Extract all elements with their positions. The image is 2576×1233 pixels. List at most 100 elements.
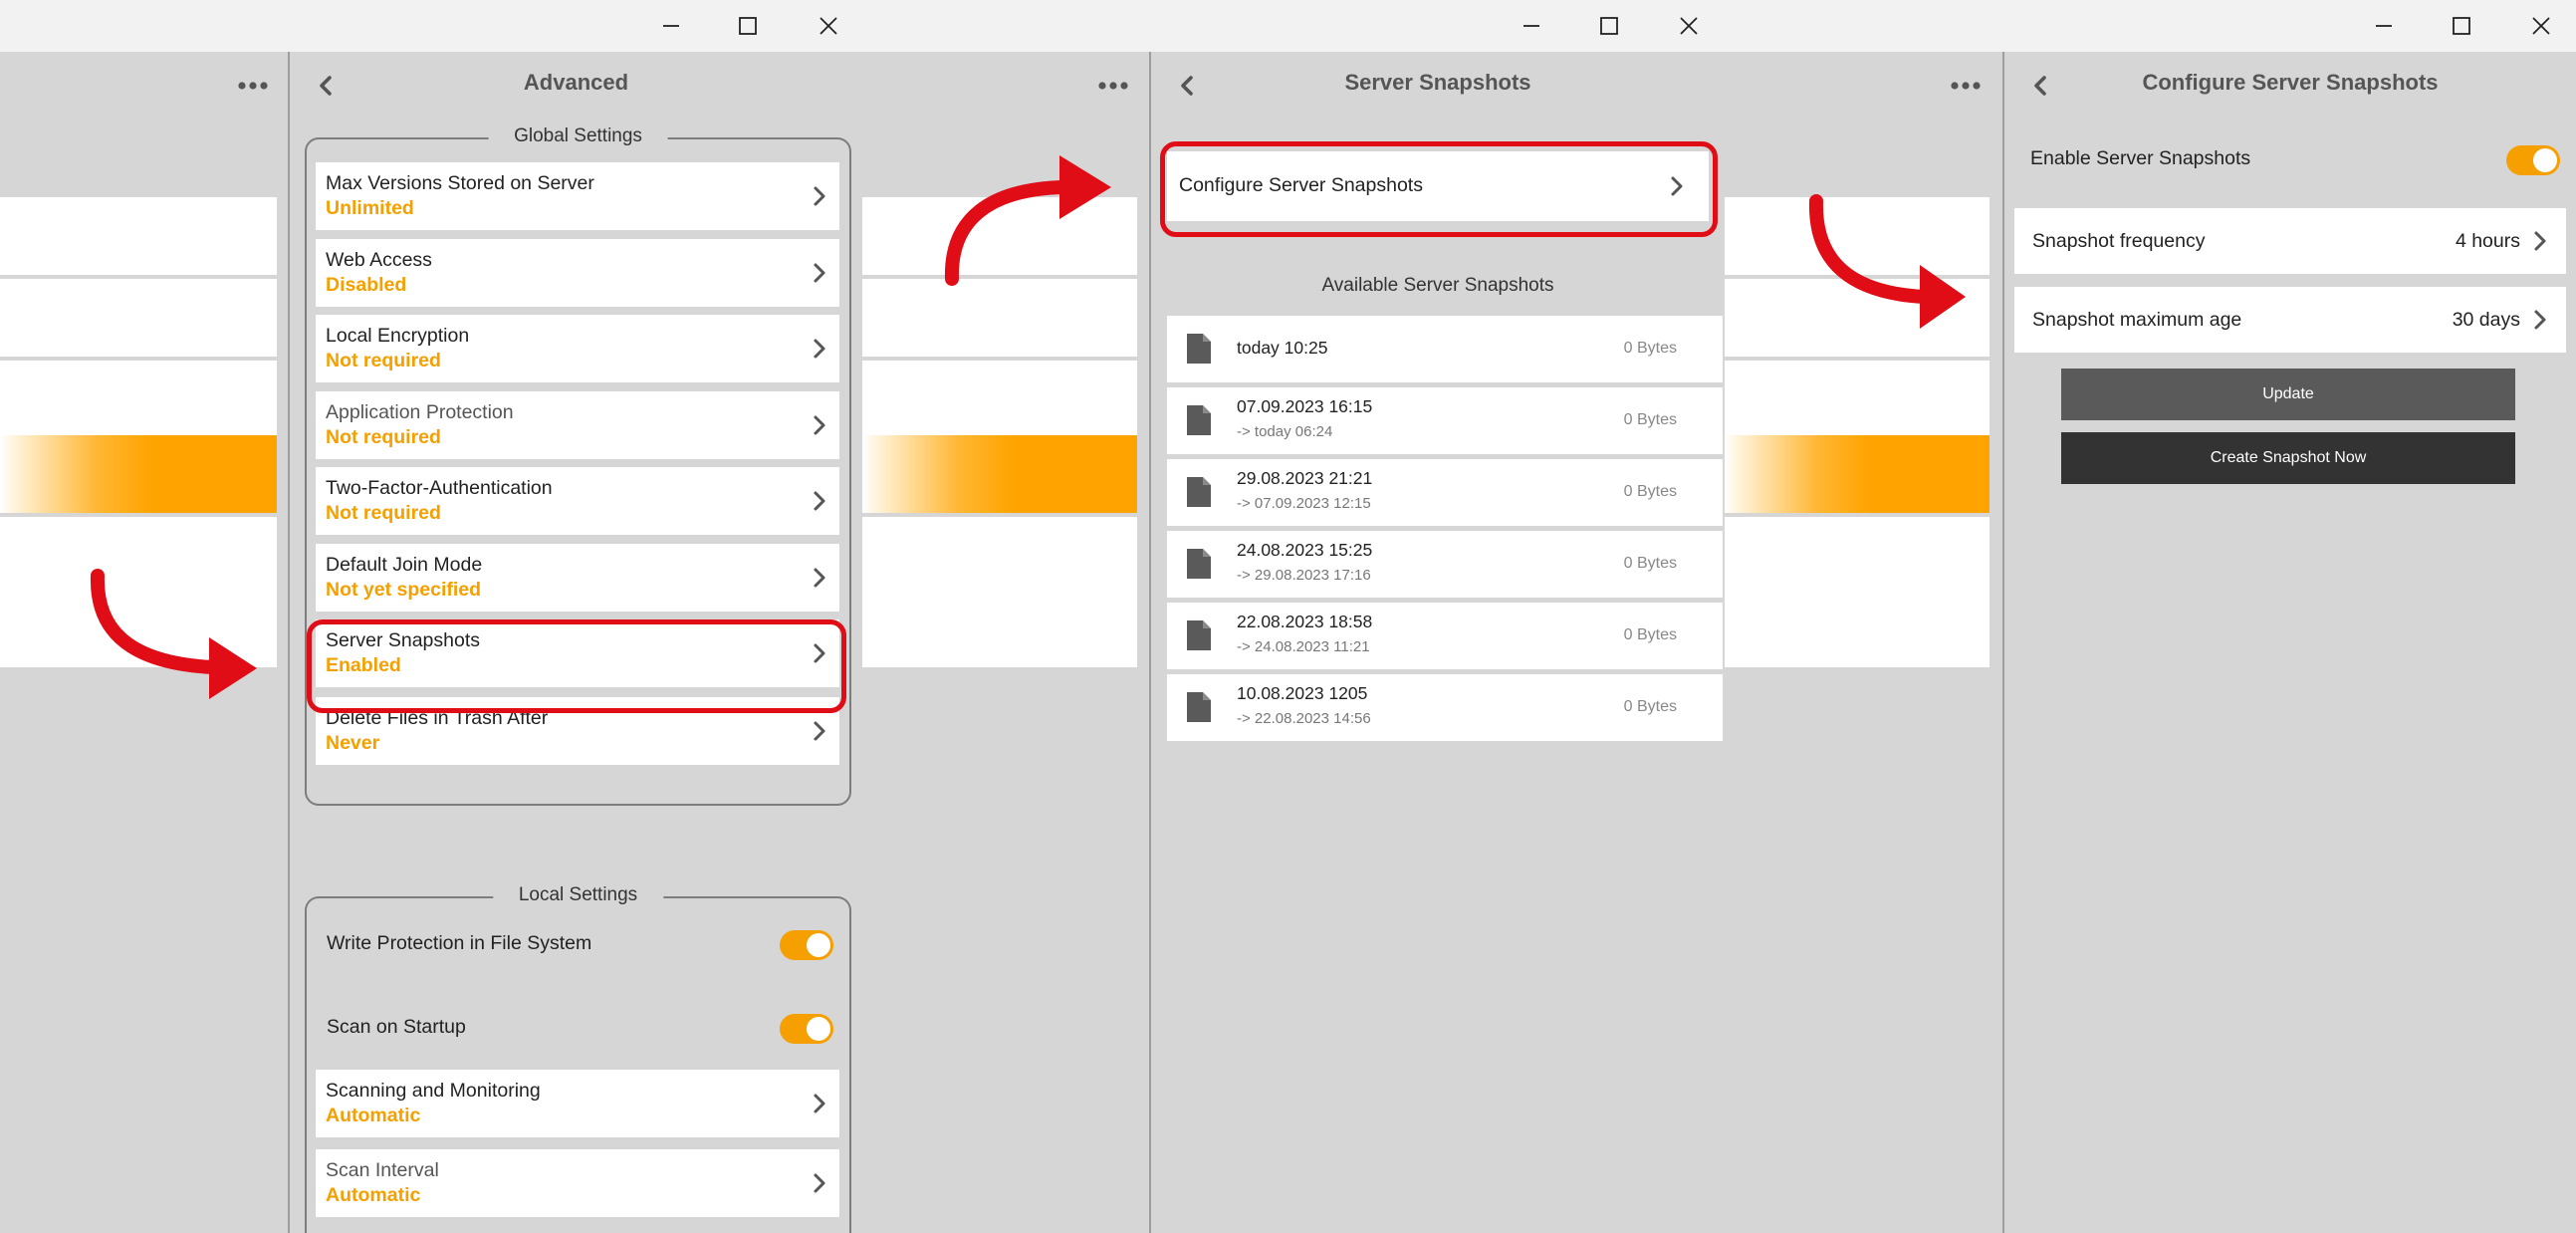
setting-value: Never: [326, 732, 380, 754]
chevron-right-icon: [814, 1173, 825, 1193]
more-dots-icon: [1098, 82, 1128, 90]
snapshot-size: 0 Bytes: [1623, 698, 1677, 715]
update-button[interactable]: Update: [2061, 369, 2515, 420]
nav-row[interactable]: [1725, 361, 1990, 438]
server-snapshots-pane: Server Snapshots Configure Server Snapsh…: [1151, 52, 1725, 1233]
header: Server Snapshots: [1151, 52, 1725, 114]
toggle-row-scan-startup: Scan on Startup: [307, 1004, 849, 1054]
create-snapshot-button[interactable]: Create Snapshot Now: [2061, 432, 2515, 484]
header: Advanced: [290, 52, 862, 114]
nav-row[interactable]: [0, 361, 277, 438]
nav-row-selected[interactable]: [862, 435, 1137, 513]
write-protection-toggle[interactable]: [780, 930, 833, 960]
nav-row-selected[interactable]: [1725, 435, 1990, 513]
nav-row[interactable]: [862, 279, 1137, 357]
scan-startup-toggle[interactable]: [780, 1014, 833, 1044]
nav-row[interactable]: [862, 361, 1137, 438]
section-label-available: Available Server Snapshots: [1321, 275, 1554, 296]
maximize-button[interactable]: [2422, 4, 2501, 48]
row-value: 4 hours: [2455, 230, 2520, 252]
configure-snapshots-pane: Configure Server Snapshots Enable Server…: [2004, 52, 2576, 1233]
nav-row[interactable]: [1725, 590, 1990, 667]
file-icon: [1187, 477, 1211, 507]
chevron-right-icon: [814, 1094, 825, 1113]
chevron-right-icon: [814, 415, 825, 435]
more-button[interactable]: [1097, 78, 1129, 96]
nav-row[interactable]: [0, 517, 277, 595]
setting-value: Not required: [326, 502, 441, 524]
nav-row[interactable]: [0, 590, 277, 667]
snapshot-max-age-row[interactable]: Snapshot maximum age 30 days: [2014, 287, 2566, 353]
title-bar: [0, 0, 862, 52]
snapshot-row[interactable]: 29.08.2023 21:21 -> 07.09.2023 12:15 0 B…: [1167, 459, 1723, 526]
nav-row[interactable]: [1725, 197, 1990, 275]
nav-row[interactable]: [1725, 279, 1990, 357]
nav-row-selected[interactable]: [0, 435, 277, 513]
setting-application-protection[interactable]: Application Protection Not required: [316, 391, 839, 459]
snapshot-row[interactable]: today 10:25 0 Bytes: [1167, 316, 1723, 382]
setting-value: Unlimited: [326, 197, 414, 219]
close-button[interactable]: [1649, 4, 1725, 48]
row-label: Snapshot frequency: [2032, 230, 2206, 252]
group-label: Local Settings: [492, 884, 664, 906]
nav-row[interactable]: [862, 590, 1137, 667]
nav-row[interactable]: [0, 279, 277, 357]
row-label: Snapshot maximum age: [2032, 309, 2242, 331]
enable-snapshots-toggle[interactable]: [2506, 145, 2560, 175]
chevron-right-icon: [2534, 310, 2546, 330]
snapshot-size: 0 Bytes: [1623, 411, 1677, 428]
snapshot-date: 22.08.2023 18:58: [1237, 612, 1373, 631]
setting-scanning-monitoring[interactable]: Scanning and Monitoring Automatic: [316, 1070, 839, 1137]
setting-label: Default Join Mode: [326, 554, 483, 576]
configure-server-snapshots-row[interactable]: Configure Server Snapshots: [1167, 151, 1709, 221]
setting-value: Automatic: [326, 1184, 421, 1206]
chevron-right-icon: [814, 643, 825, 663]
setting-value: Disabled: [326, 274, 407, 296]
more-button[interactable]: [1950, 78, 1982, 96]
maximize-button[interactable]: [1569, 4, 1649, 48]
title-bar: [1725, 0, 2576, 52]
setting-delete-trash[interactable]: Delete Files in Trash After Never: [316, 697, 839, 765]
snapshot-size: 0 Bytes: [1623, 555, 1677, 572]
snapshot-row[interactable]: 24.08.2023 15:25 -> 29.08.2023 17:16 0 B…: [1167, 531, 1723, 598]
maximize-icon: [2453, 17, 2470, 35]
file-icon: [1187, 692, 1211, 722]
snapshot-size: 0 Bytes: [1623, 626, 1677, 643]
chevron-right-icon: [814, 339, 825, 359]
global-settings-group: Global Settings Max Versions Stored on S…: [305, 125, 851, 806]
nav-row[interactable]: [862, 197, 1137, 275]
close-button[interactable]: [2501, 4, 2576, 48]
snapshot-date: 10.08.2023 1205: [1237, 683, 1368, 703]
setting-server-snapshots[interactable]: Server Snapshots Enabled: [316, 619, 839, 687]
close-button[interactable]: [789, 4, 862, 48]
setting-scan-interval[interactable]: Scan Interval Automatic: [316, 1149, 839, 1217]
nav-row[interactable]: [1725, 517, 1990, 595]
setting-web-access[interactable]: Web Access Disabled: [316, 239, 839, 307]
setting-label: Delete Files in Trash After: [326, 707, 549, 729]
snapshot-range: -> 22.08.2023 14:56: [1237, 710, 1371, 727]
minimize-icon: [663, 25, 679, 27]
maximize-icon: [739, 17, 757, 35]
snapshot-frequency-row[interactable]: Snapshot frequency 4 hours: [2014, 208, 2566, 274]
left-nav-pane: [862, 52, 1150, 1233]
minimize-button[interactable]: [2344, 4, 2424, 48]
maximize-button[interactable]: [708, 4, 788, 48]
close-icon: [1680, 17, 1698, 35]
setting-max-versions[interactable]: Max Versions Stored on Server Unlimited: [316, 162, 839, 230]
setting-local-encryption[interactable]: Local Encryption Not required: [316, 315, 839, 382]
snapshot-row[interactable]: 07.09.2023 16:15 -> today 06:24 0 Bytes: [1167, 387, 1723, 454]
setting-default-join-mode[interactable]: Default Join Mode Not yet specified: [316, 544, 839, 612]
minimize-button[interactable]: [631, 4, 711, 48]
minimize-button[interactable]: [1492, 4, 1571, 48]
header: Configure Server Snapshots: [2004, 52, 2576, 114]
snapshot-row[interactable]: 22.08.2023 18:58 -> 24.08.2023 11:21 0 B…: [1167, 603, 1723, 669]
snapshot-size: 0 Bytes: [1623, 340, 1677, 357]
snapshot-row[interactable]: 10.08.2023 1205 -> 22.08.2023 14:56 0 By…: [1167, 674, 1723, 741]
toggle-label: Scan on Startup: [327, 1016, 466, 1038]
nav-row[interactable]: [862, 517, 1137, 595]
setting-two-factor[interactable]: Two-Factor-Authentication Not required: [316, 467, 839, 535]
window-advanced: Advanced Global Settings Max Versions St…: [0, 0, 862, 1233]
close-icon: [820, 17, 837, 35]
more-button[interactable]: [237, 78, 269, 96]
nav-row[interactable]: [0, 197, 277, 275]
